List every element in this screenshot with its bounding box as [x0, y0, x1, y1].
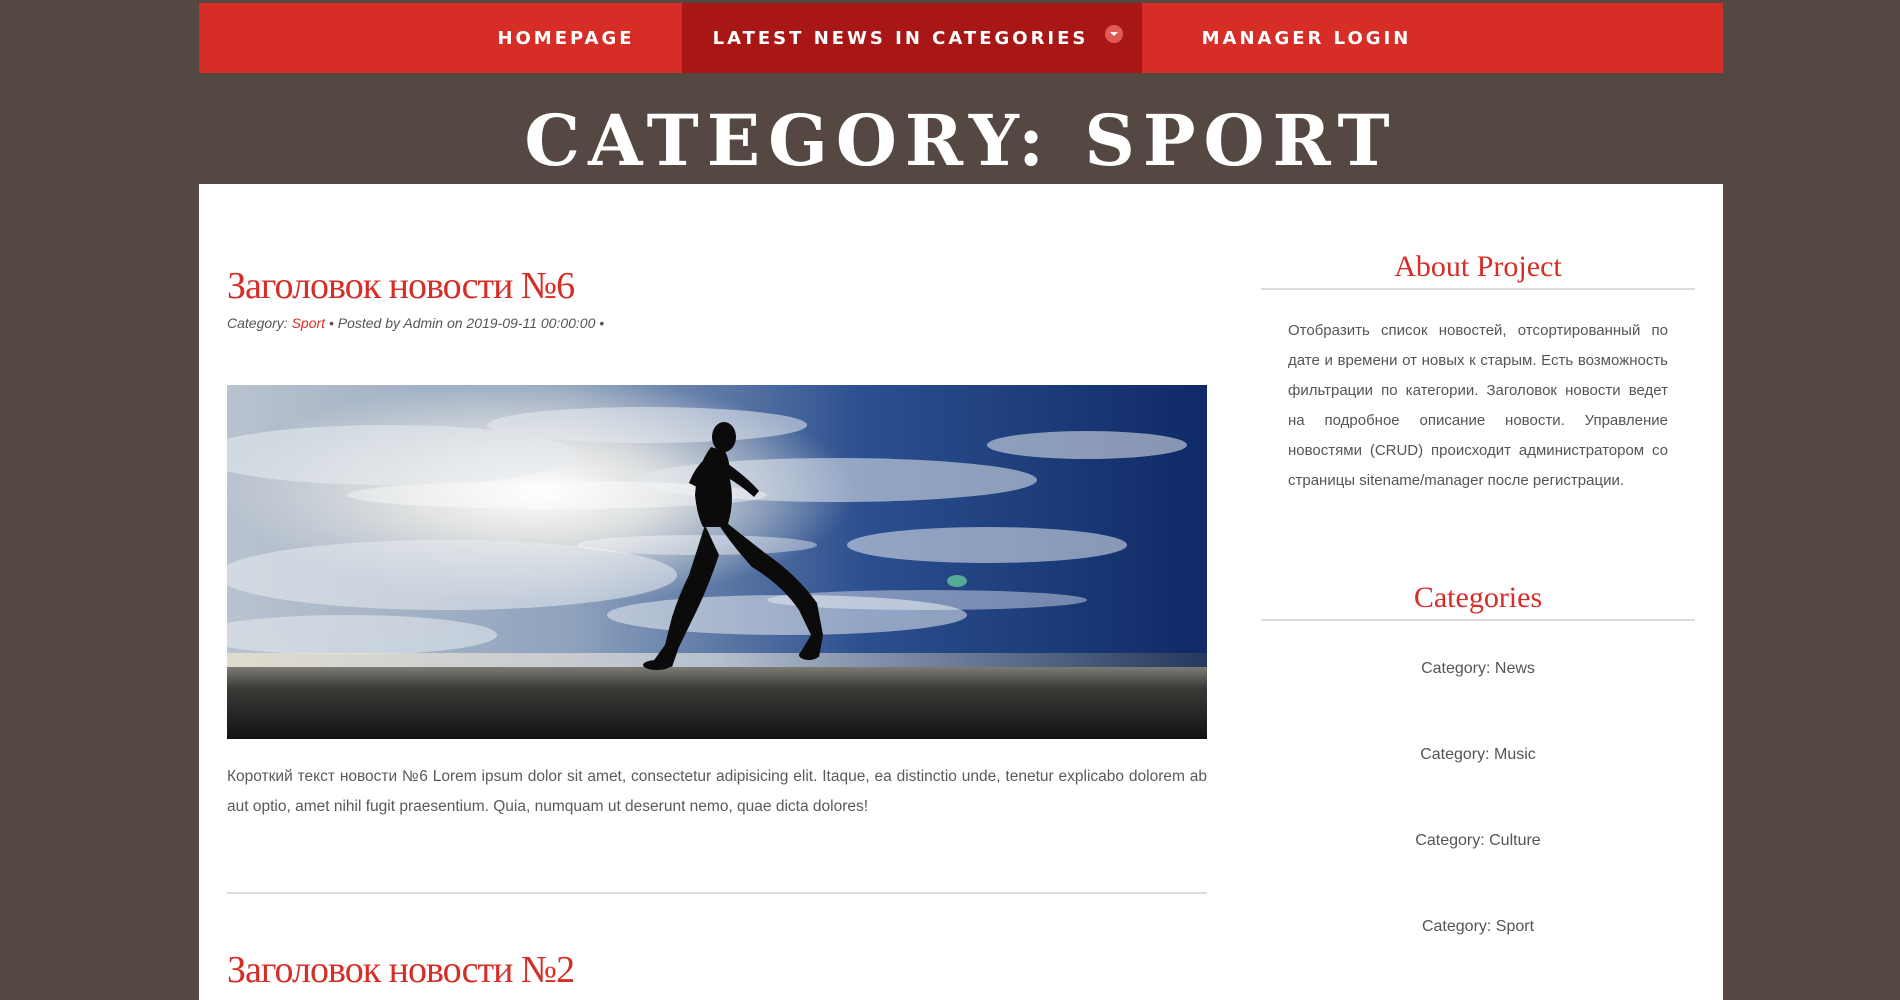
chevron-down-icon[interactable]	[1104, 25, 1123, 43]
post-meta-suffix: • Posted by Admin on 2019-09-11 00:00:00…	[325, 315, 605, 331]
category-link-news[interactable]: Category: News	[1261, 660, 1695, 678]
top-nav: HOMEPAGE LATEST NEWS IN CATEGORIES MANAG…	[199, 3, 1723, 73]
post-meta: Category: Sport • Posted by Admin on 201…	[227, 315, 604, 331]
post-title-link[interactable]: Заголовок новости №6	[227, 264, 575, 308]
runner-silhouette-sky-photo	[227, 385, 1207, 739]
about-text: Отобразить список новостей, отсортирован…	[1288, 322, 1668, 489]
categories-widget-title: Categories	[1413, 581, 1543, 614]
nav-item-label: HOMEPAGE	[497, 27, 635, 49]
about-widget-title: About Project	[1394, 250, 1562, 283]
post-category-link[interactable]: Sport	[292, 315, 325, 331]
post-title-link[interactable]: Заголовок новости №2	[227, 948, 575, 992]
nav-item-label: MANAGER LOGIN	[1201, 27, 1412, 49]
nav-item-label: LATEST NEWS IN CATEGORIES	[712, 27, 1089, 49]
category-link-culture[interactable]: Category: Culture	[1261, 832, 1695, 850]
content-panel: Заголовок новости №6 Category: Sport • P…	[199, 184, 1723, 1000]
post-meta-prefix: Category:	[227, 315, 292, 331]
post-image[interactable]	[227, 385, 1207, 739]
nav-item-manager-login[interactable]: MANAGER LOGIN	[1142, 3, 1472, 73]
page-title: CATEGORY: SPORT	[524, 99, 1398, 182]
post-divider	[227, 892, 1207, 894]
category-link-sport[interactable]: Category: Sport	[1261, 918, 1695, 936]
nav-item-latest-news[interactable]: LATEST NEWS IN CATEGORIES	[681, 3, 1142, 73]
post-excerpt: Короткий текст новости №6 Lorem ipsum do…	[227, 768, 1207, 815]
categories-widget-divider	[1261, 619, 1695, 621]
nav-item-homepage[interactable]: HOMEPAGE	[451, 3, 682, 73]
about-widget-divider	[1261, 288, 1695, 290]
category-link-music[interactable]: Category: Music	[1261, 746, 1695, 764]
